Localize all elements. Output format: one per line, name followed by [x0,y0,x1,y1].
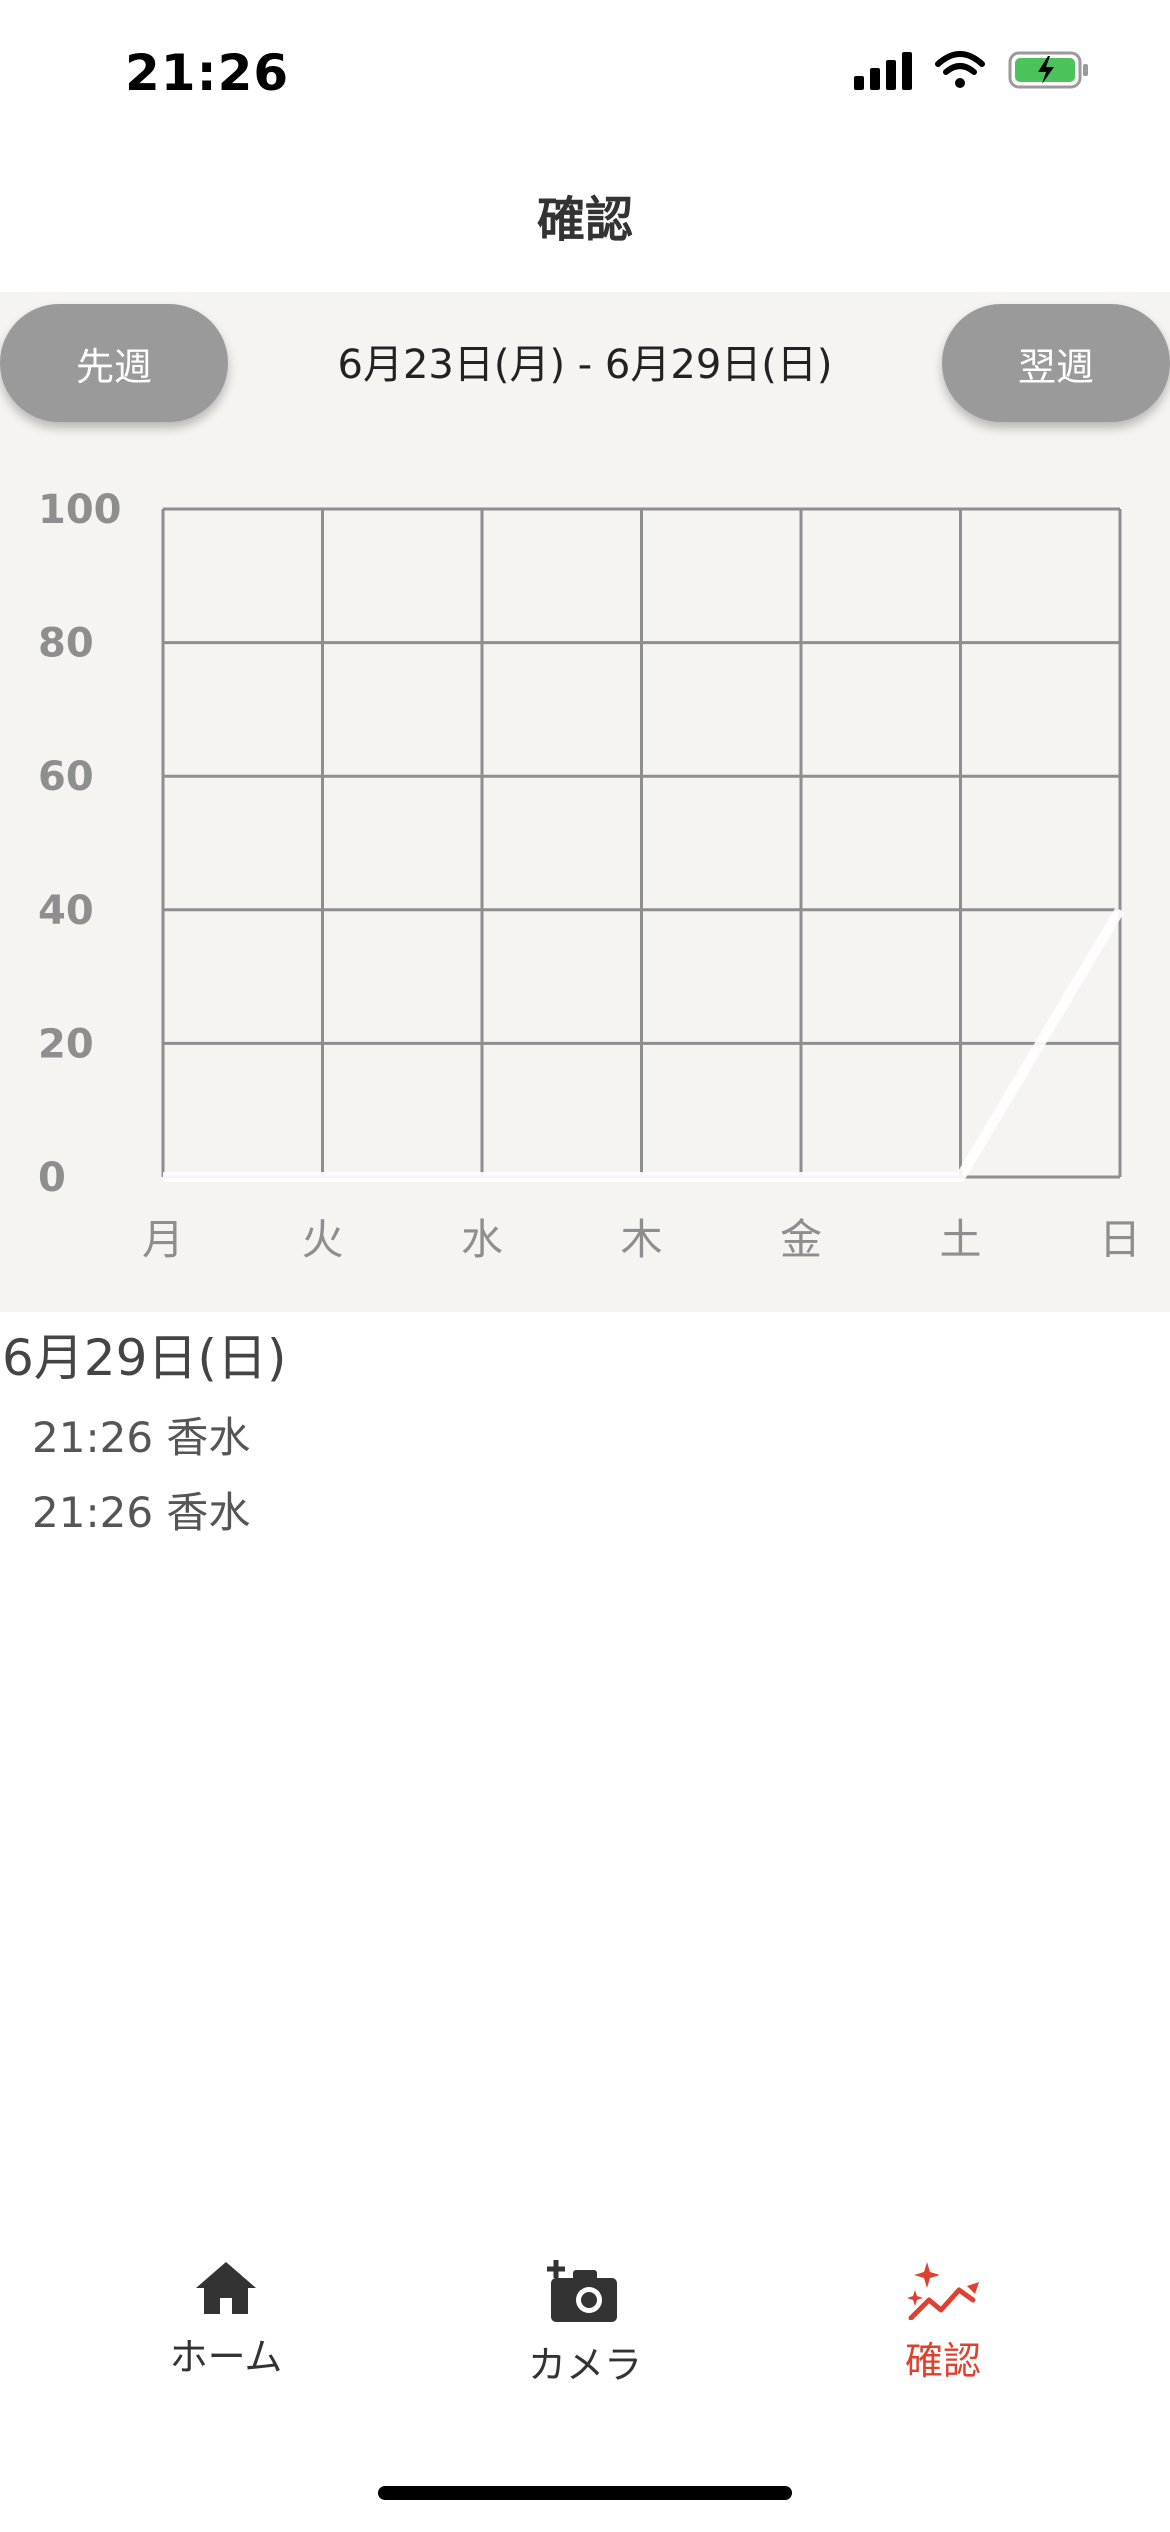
cellular-signal-icon [854,50,912,90]
week-panel: 先週 6月23日(月) - 6月29日(日) 翌週 0 20 40 60 80 100 月火… [0,292,1170,1312]
tab-camera[interactable]: カメラ [435,2260,735,2389]
x-tick-label: 水 [461,1215,503,1264]
y-tick-label: 40 [38,888,94,934]
weekly-chart: 0 20 40 60 80 100 月 火 水 木 金 土 日 [38,487,1141,1264]
log-date: 6月29日(日) [2,1329,287,1387]
x-tick-label: 土 [939,1215,981,1264]
battery-icon [1008,51,1088,89]
y-tick-label: 100 [38,487,122,533]
x-tick-label: 火 [301,1215,343,1264]
x-tick-label: 金 [780,1215,822,1264]
log-section: 6月29日(日) 21:26 香水 21:26 香水 [0,1318,1170,1540]
log-item[interactable]: 21:26 香水 [32,1479,1170,1540]
y-tick-label: 80 [38,621,94,667]
home-icon [196,2262,256,2314]
home-indicator [378,2486,792,2500]
wifi-icon [935,51,985,88]
add-camera-icon [547,2260,617,2322]
tab-confirm-label: 確認 [904,2339,981,2383]
status-time: 21:26 [125,44,290,102]
tab-home-label: ホーム [169,2335,283,2379]
y-tick-label: 20 [38,1021,94,1067]
status-bar: 21:26 [0,0,1170,150]
tab-confirm[interactable]: 確認 [793,2260,1093,2385]
x-tick-label: 日 [1099,1215,1141,1264]
tab-home[interactable]: ホーム [76,2260,376,2381]
page-title: 確認 [536,192,633,248]
status-icons [854,50,1090,90]
y-tick-label: 0 [38,1155,66,1201]
x-tick-label: 木 [620,1215,662,1264]
tab-camera-label: カメラ [527,2343,642,2387]
tab-bar: ホーム カメラ 確認 [0,2230,1170,2400]
log-item[interactable]: 21:26 香水 [32,1404,1170,1465]
y-tick-label: 60 [38,754,94,800]
sparkle-trend-icon [907,2262,979,2320]
x-tick-label: 月 [142,1215,184,1264]
